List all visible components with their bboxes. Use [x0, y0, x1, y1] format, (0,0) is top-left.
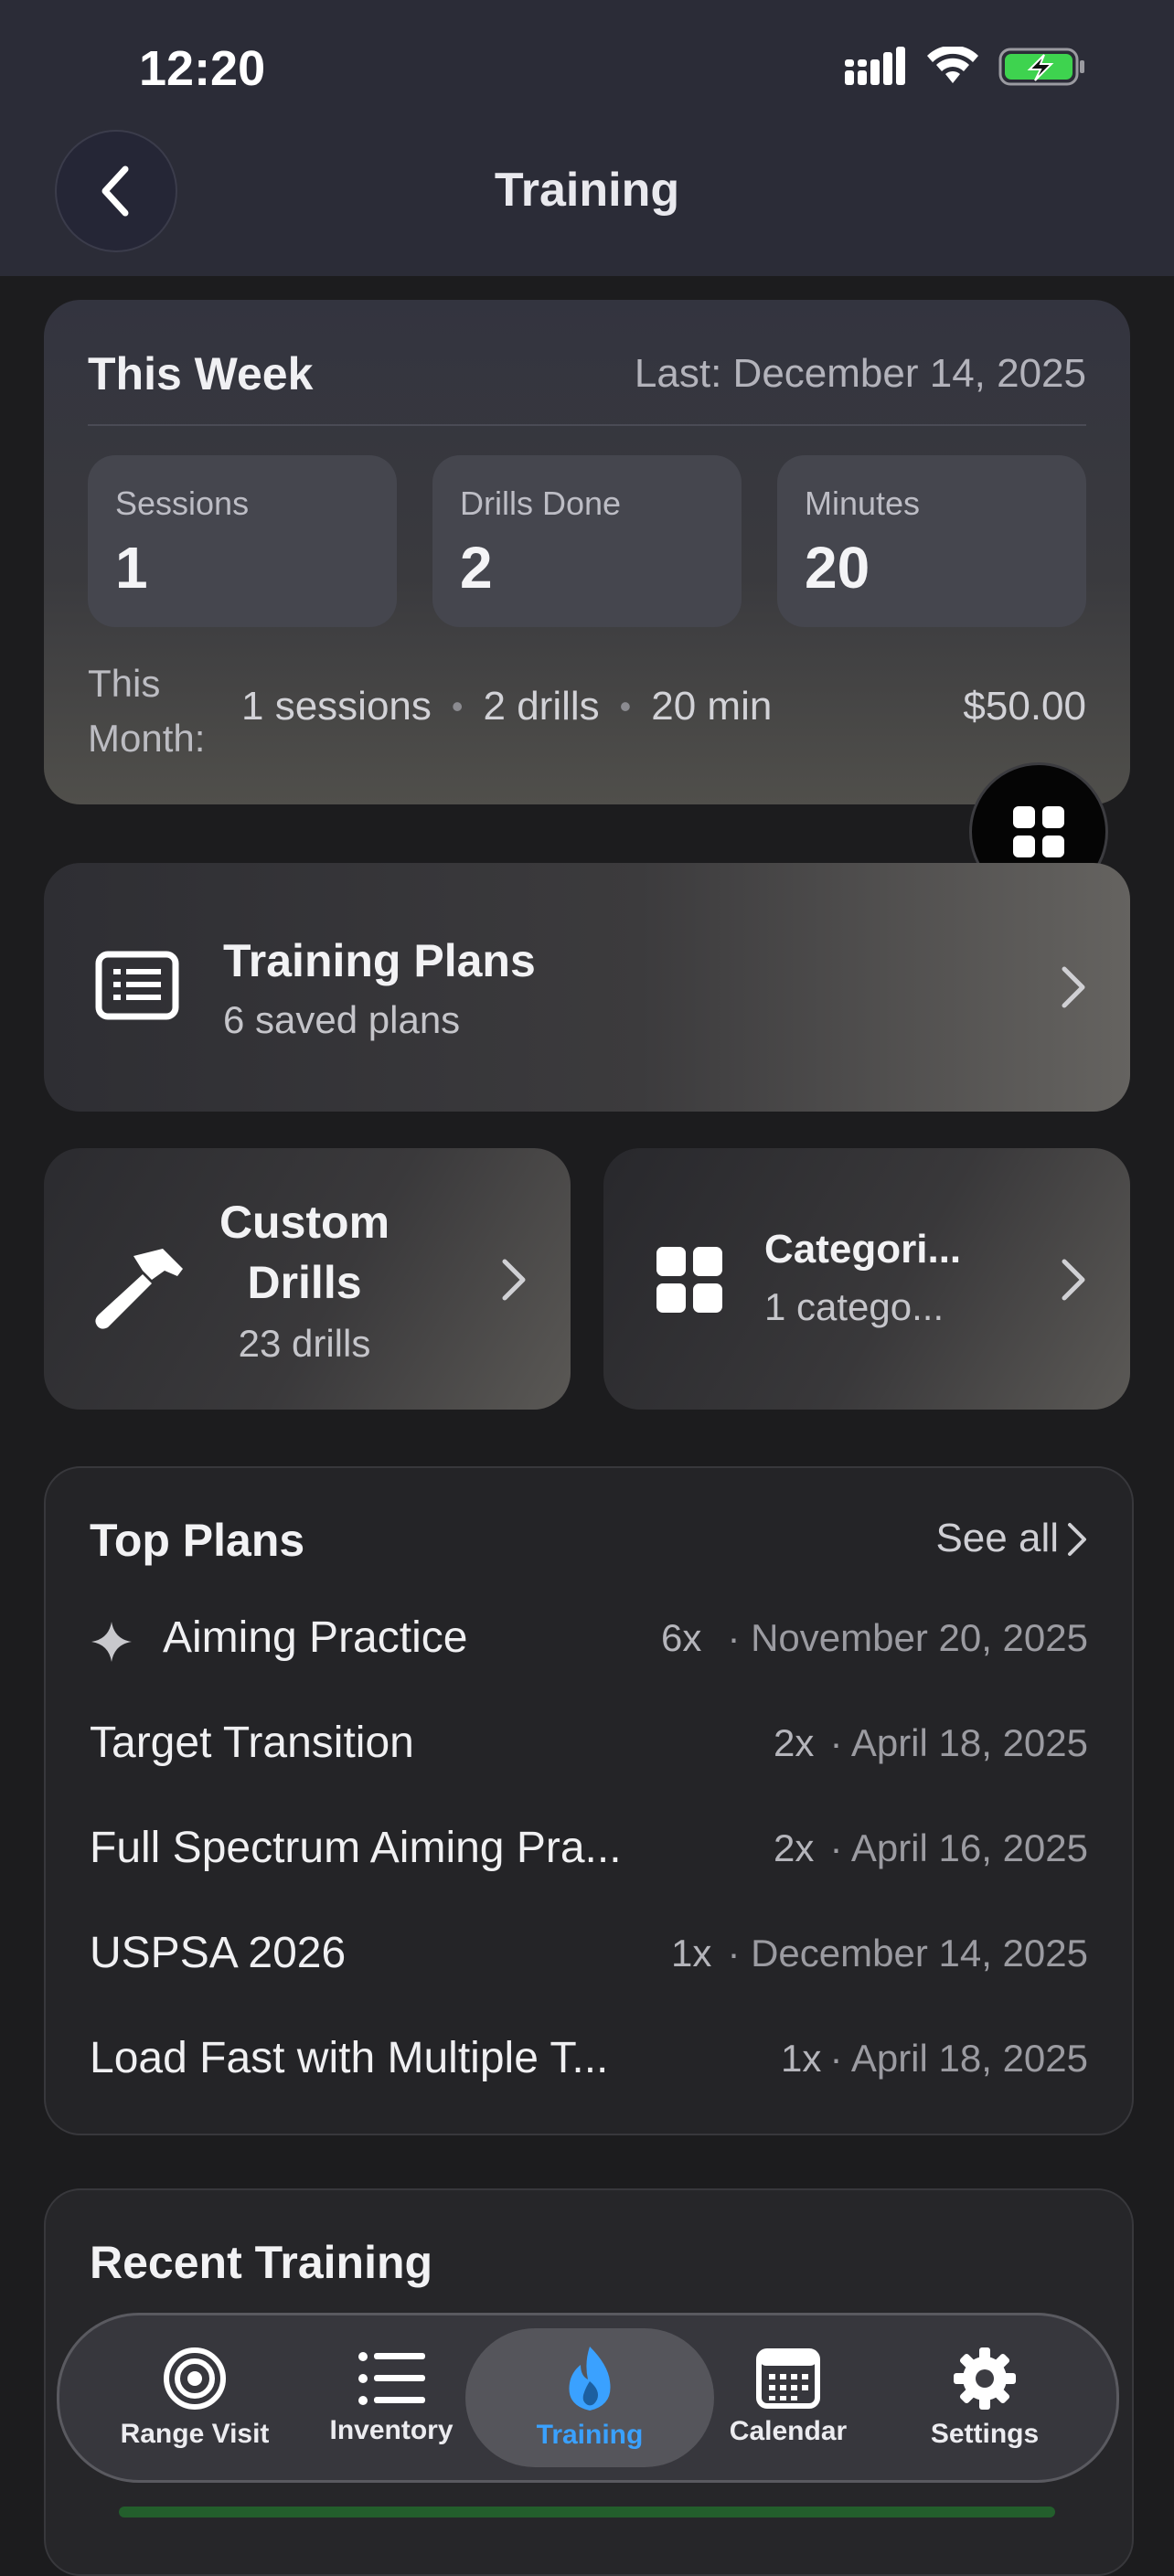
plan-name: Aiming Practice [163, 1613, 468, 1662]
plan-name: Load Fast with Multiple T... [90, 2034, 609, 2082]
tab-training[interactable]: Training [498, 2315, 681, 2480]
top-plan-row[interactable]: Target Transition 2x · April 18, 2025 [90, 1694, 1088, 1785]
chevron-right-icon [502, 1259, 526, 1301]
tab-label: Range Visit [120, 2419, 270, 2449]
status-time: 12:20 [139, 41, 266, 96]
stat-value: 2 [460, 535, 493, 601]
custom-drills-title: Custom Drills [219, 1197, 390, 1308]
plan-name: Full Spectrum Aiming Pra... [90, 1824, 622, 1872]
tab-label: Inventory [329, 2415, 454, 2445]
tab-bar: Range Visit Inventory Training Calendar [57, 2313, 1119, 2483]
training-plans-card[interactable]: Training Plans 6 saved plans [44, 863, 1130, 1112]
plan-name: Target Transition [90, 1719, 414, 1767]
battery-charging-icon [998, 48, 1084, 86]
plan-date: · April 18, 2025 [829, 1721, 1088, 1764]
list-icon [358, 2352, 425, 2405]
training-plans-title: Training Plans [223, 935, 536, 986]
tab-label: Settings [930, 2419, 1040, 2449]
stat-drills-done: Drills Done 2 [432, 455, 742, 627]
plan-count: 6x [661, 1616, 702, 1659]
top-plan-row[interactable]: Aiming Practice 6x · November 20, 2025 [90, 1589, 1088, 1680]
stat-label: Sessions [115, 484, 250, 522]
last-session-date: Last: December 14, 2025 [634, 351, 1086, 396]
calendar-icon [756, 2348, 820, 2409]
hammer-icon [95, 1249, 183, 1329]
custom-drills-card[interactable]: Custom Drills 23 drills [44, 1148, 571, 1410]
tab-label: Training [536, 2420, 644, 2450]
stat-minutes: Minutes 20 [777, 455, 1086, 627]
training-plans-subtitle: 6 saved plans [223, 998, 461, 1041]
stat-value: 20 [805, 535, 870, 601]
see-all-link[interactable]: See all [935, 1516, 1059, 1561]
chevron-right-icon [1062, 1259, 1085, 1301]
top-plans-card: Top Plans See all Aiming Practice 6x · N… [44, 1466, 1134, 2135]
grid-icon [1013, 806, 1064, 857]
grid-icon [656, 1247, 722, 1313]
chevron-right-icon [1062, 966, 1085, 1008]
custom-drills-subtitle: 23 drills [238, 1322, 371, 1365]
this-month-stats: 1 sessions • 2 drills • 20 min [241, 684, 772, 729]
list-document-icon [95, 951, 179, 1020]
plan-count: 1x [781, 2037, 822, 2080]
separator-dot: • [619, 687, 632, 725]
plan-date: · November 20, 2025 [727, 1616, 1088, 1659]
target-icon [164, 2347, 226, 2410]
plan-name: USPSA 2026 [90, 1929, 347, 1977]
month-sessions: 1 sessions [241, 684, 432, 729]
cellular-signal-icon [845, 47, 905, 85]
this-week-card: This Week Last: December 14, 2025 Sessio… [44, 300, 1130, 804]
month-drills: 2 drills [483, 684, 600, 729]
plan-date: · April 18, 2025 [829, 2037, 1088, 2080]
gear-icon [954, 2347, 1016, 2410]
top-plans-title: Top Plans [90, 1515, 305, 1566]
tab-calendar[interactable]: Calendar [697, 2315, 880, 2480]
chevron-right-icon[interactable] [1066, 1521, 1088, 1558]
top-plan-row[interactable]: USPSA 2026 1x · December 14, 2025 [90, 1904, 1088, 1996]
tab-settings[interactable]: Settings [893, 2315, 1076, 2480]
tab-label: Calendar [729, 2416, 848, 2446]
plan-date: · April 16, 2025 [829, 1826, 1088, 1869]
page-title: Training [494, 164, 680, 217]
plan-date: · December 14, 2025 [727, 1932, 1088, 1975]
plan-count: 1x [671, 1932, 712, 1975]
flame-icon [569, 2347, 611, 2411]
top-plan-row[interactable]: Full Spectrum Aiming Pra... 2x · April 1… [90, 1799, 1088, 1890]
status-icons [845, 46, 1086, 88]
month-minutes: 20 min [651, 684, 773, 729]
categories-subtitle: 1 catego... [764, 1285, 945, 1328]
tab-inventory[interactable]: Inventory [300, 2315, 483, 2480]
top-plan-row[interactable]: Load Fast with Multiple T... 1x · April … [90, 2009, 1088, 2101]
stat-label: Minutes [805, 484, 921, 522]
categories-title: Categori... [764, 1227, 962, 1272]
this-week-title: This Week [88, 348, 314, 399]
plan-count: 2x [774, 1721, 815, 1764]
wifi-icon [927, 47, 978, 83]
divider [88, 424, 1086, 426]
tab-range-visit[interactable]: Range Visit [103, 2315, 286, 2480]
sparkle-icon [91, 1622, 132, 1662]
categories-card[interactable]: Categori... 1 catego... [603, 1148, 1130, 1410]
recent-training-title: Recent Training [90, 2237, 433, 2288]
this-month-label: This Month: [88, 662, 206, 760]
stat-label: Drills Done [460, 484, 622, 522]
month-cost: $50.00 [963, 684, 1086, 729]
plan-count: 2x [774, 1826, 815, 1869]
separator-dot: • [451, 687, 464, 725]
scroll-indicator [119, 2507, 1055, 2517]
stat-sessions: Sessions 1 [88, 455, 397, 627]
stat-value: 1 [115, 535, 148, 601]
